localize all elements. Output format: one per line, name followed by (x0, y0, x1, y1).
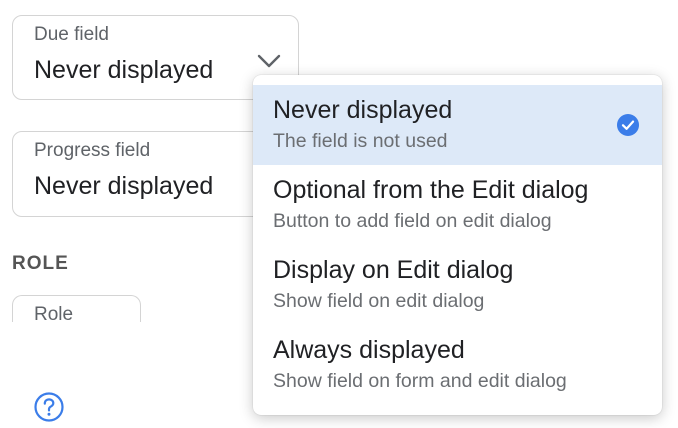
progress-field-label: Progress field (34, 140, 151, 161)
option-never-displayed[interactable]: Never displayed The field is not used (253, 85, 662, 165)
option-description: Show field on edit dialog (273, 290, 485, 312)
due-field-label: Due field (34, 24, 109, 45)
page: Due field Never displayed Progress field… (0, 0, 678, 428)
option-description: Show field on form and edit dialog (273, 370, 567, 392)
option-optional-from-edit-dialog[interactable]: Optional from the Edit dialog Button to … (253, 165, 662, 245)
option-description: Button to add field on edit dialog (273, 210, 552, 232)
option-title: Display on Edit dialog (273, 256, 514, 284)
field-visibility-dropdown: Never displayed The field is not used Op… (253, 75, 662, 415)
chevron-down-icon[interactable] (256, 52, 282, 70)
scroll-clip (0, 322, 250, 362)
option-display-on-edit-dialog[interactable]: Display on Edit dialog Show field on edi… (253, 245, 662, 325)
option-description: The field is not used (273, 130, 448, 152)
option-title: Optional from the Edit dialog (273, 176, 589, 204)
option-always-displayed[interactable]: Always displayed Show field on form and … (253, 325, 662, 405)
role-section-heading: ROLE (12, 253, 69, 274)
due-field-value: Never displayed (34, 56, 214, 84)
help-circle-icon[interactable] (33, 391, 65, 423)
option-title: Never displayed (273, 96, 453, 124)
progress-field-value: Never displayed (34, 172, 214, 200)
check-circle-icon (617, 114, 639, 136)
option-title: Always displayed (273, 336, 465, 364)
